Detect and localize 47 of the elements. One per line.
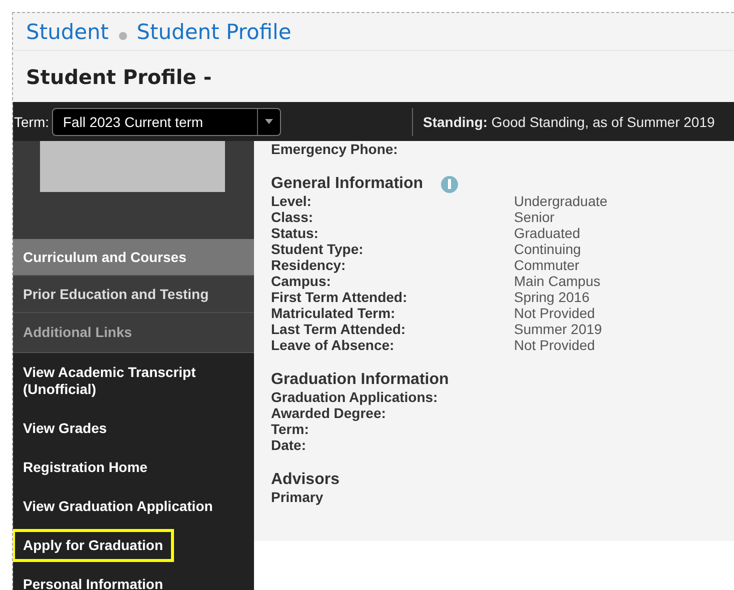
sidebar-link[interactable]: Apply for Graduation bbox=[13, 529, 174, 562]
sidebar-link[interactable]: View Academic Transcript (Unofficial) bbox=[13, 353, 231, 409]
field-label: Status: bbox=[271, 225, 320, 241]
field-label: Residency: bbox=[271, 257, 347, 273]
sidebar-link[interactable]: Registration Home bbox=[13, 448, 156, 487]
sidebar-link[interactable]: Personal Information bbox=[13, 565, 172, 590]
section-heading: Advisors bbox=[271, 471, 340, 489]
field-label: Level: bbox=[271, 193, 312, 209]
field-value: Graduated bbox=[514, 225, 580, 241]
field-label: Date: bbox=[271, 437, 308, 453]
field-value: Not Provided bbox=[514, 305, 595, 321]
field-label: Matriculated Term: bbox=[271, 305, 396, 321]
field-value: Not Provided bbox=[514, 337, 595, 353]
sidebar-link[interactable]: View Grades bbox=[13, 409, 115, 448]
sidebar-link[interactable]: View Graduation Application bbox=[13, 487, 221, 526]
field-label: Campus: bbox=[271, 273, 332, 289]
term-dropdown[interactable]: Fall 2023 Current term bbox=[52, 108, 281, 136]
field-value: Main Campus bbox=[514, 273, 600, 289]
field-value: Spring 2016 bbox=[514, 289, 590, 305]
field-label: Primary bbox=[271, 489, 324, 505]
term-label: Term: bbox=[14, 114, 49, 130]
field-value: Undergraduate bbox=[514, 193, 608, 209]
breadcrumb-link[interactable]: Student bbox=[26, 20, 109, 44]
separator-dot-icon bbox=[118, 32, 127, 40]
field-label: First Term Attended: bbox=[271, 289, 408, 305]
caret-icon bbox=[265, 119, 273, 124]
field-label: Class: bbox=[271, 209, 314, 225]
field-value: Commuter bbox=[514, 257, 580, 273]
sidebar-heading: Additional Links bbox=[13, 313, 254, 353]
field-value: Senior bbox=[514, 209, 554, 225]
sidebar-item[interactable]: Curriculum and Courses bbox=[13, 239, 254, 276]
info-icon[interactable] bbox=[441, 176, 458, 192]
section-heading: Graduation Information bbox=[271, 371, 449, 389]
field-label: Awarded Degree: bbox=[271, 405, 387, 421]
field-label: Last Term Attended: bbox=[271, 321, 407, 337]
field-value: Continuing bbox=[514, 241, 581, 257]
field-value: Summer 2019 bbox=[514, 321, 602, 337]
field-label: Graduation Applications: bbox=[271, 389, 439, 405]
sidebar-item[interactable]: Prior Education and Testing bbox=[13, 276, 254, 313]
standing-text: Standing: Good Standing, as of Summer 2019 bbox=[423, 114, 715, 130]
field-label: Student Type: bbox=[271, 241, 364, 257]
field-label: Leave of Absence: bbox=[271, 337, 396, 353]
page-title: Student Profile - bbox=[26, 64, 212, 88]
field-label: Emergency Phone: bbox=[271, 141, 399, 157]
field-label: Term: bbox=[271, 421, 310, 437]
breadcrumb-link[interactable]: Student Profile bbox=[136, 20, 292, 44]
section-heading: General Information bbox=[271, 175, 424, 193]
